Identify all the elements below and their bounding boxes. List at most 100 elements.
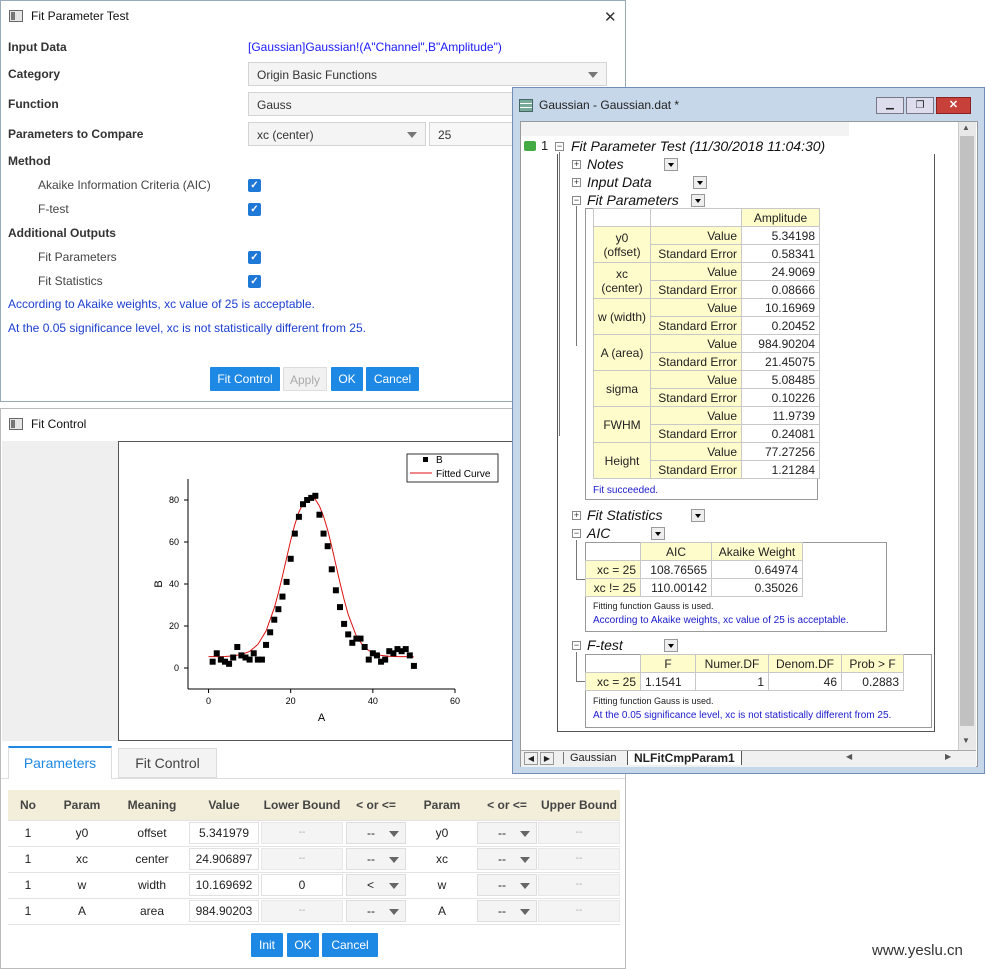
col-upper-bound: Upper Bound <box>538 790 620 821</box>
value-input[interactable]: 24.906897 <box>189 848 259 870</box>
aic-corner <box>585 542 641 561</box>
value-input[interactable]: 10.169692 <box>189 874 259 896</box>
hscroll-right-icon[interactable]: ▶ <box>945 752 951 761</box>
param-value: 984.90204 <box>741 334 820 353</box>
params-compare-select[interactable]: xc (center) <box>248 122 426 146</box>
param-name: sigma <box>593 370 651 407</box>
fit-stats-label: Fit Statistics <box>38 274 103 288</box>
fit-params-checkbox[interactable]: ✓ <box>248 251 261 264</box>
cancel-button[interactable]: Cancel <box>366 367 419 391</box>
function-select[interactable]: Gauss <box>248 92 518 116</box>
param-value: 24.9069 <box>741 262 820 281</box>
data-point <box>402 646 409 653</box>
scroll-up-icon[interactable]: ▲ <box>962 123 970 132</box>
op2-select[interactable]: -- <box>477 900 537 922</box>
ftest-dropdown-icon[interactable] <box>664 639 678 652</box>
fit-params-dropdown-icon[interactable] <box>691 194 705 207</box>
op2-select[interactable]: -- <box>477 822 537 844</box>
init-button[interactable]: Init <box>251 933 283 957</box>
fit-control-button[interactable]: Fit Control <box>210 367 280 391</box>
row-meaning: width <box>116 872 188 899</box>
lower-bound-input[interactable]: -- <box>261 848 343 870</box>
expand-icon[interactable]: + <box>572 160 581 169</box>
ftest-section[interactable]: F-test <box>587 637 623 653</box>
data-point <box>279 593 286 600</box>
upper-bound-input[interactable]: -- <box>538 900 620 922</box>
collapse-icon[interactable]: − <box>555 142 564 151</box>
sheet-tab-nlfit[interactable]: NLFitCmpParam1 <box>627 751 742 765</box>
category-select[interactable]: Origin Basic Functions <box>248 62 607 86</box>
fit-params-section[interactable]: Fit Parameters <box>587 192 679 208</box>
expand-icon[interactable]: + <box>572 511 581 520</box>
se-label: Standard Error <box>650 388 742 407</box>
close-icon[interactable]: ✕ <box>604 8 617 26</box>
data-point <box>406 652 413 659</box>
lower-bound-input[interactable]: -- <box>261 822 343 844</box>
ftest-checkbox[interactable]: ✓ <box>248 203 261 216</box>
input-data-dropdown-icon[interactable] <box>693 176 707 189</box>
data-point <box>345 631 352 638</box>
ok-button[interactable]: OK <box>331 367 363 391</box>
notes-section[interactable]: Notes <box>587 156 624 172</box>
fit-params-label: Fit Parameters <box>38 250 117 264</box>
scroll-down-icon[interactable]: ▼ <box>962 736 970 745</box>
param-se: 0.20452 <box>741 316 820 335</box>
table-row: sigma Value 5.08485 <box>593 370 820 407</box>
op1-select[interactable]: < <box>346 874 406 896</box>
fit-stats-section[interactable]: Fit Statistics <box>587 507 662 523</box>
op2-select[interactable]: -- <box>477 874 537 896</box>
lower-bound-input[interactable]: -- <box>261 900 343 922</box>
fit-stats-checkbox[interactable]: ✓ <box>248 275 261 288</box>
sheet-tab-gaussian[interactable]: Gaussian <box>563 752 622 764</box>
data-point <box>357 635 364 642</box>
lower-bound-input[interactable]: 0 <box>261 874 343 896</box>
param-se: 1.21284 <box>741 460 820 479</box>
expand-icon[interactable]: + <box>572 178 581 187</box>
tab-parameters[interactable]: Parameters <box>8 746 112 779</box>
data-point <box>332 587 339 594</box>
upper-bound-input[interactable]: -- <box>538 848 620 870</box>
tab-fit-control[interactable]: Fit Control <box>118 748 217 778</box>
notes-dropdown-icon[interactable] <box>664 158 678 171</box>
data-point <box>267 629 274 636</box>
apply-button[interactable]: Apply <box>283 367 327 391</box>
collapse-icon[interactable]: − <box>572 529 581 538</box>
fc-ok-button[interactable]: OK <box>287 933 319 957</box>
aic-checkbox[interactable]: ✓ <box>248 179 261 192</box>
param-name: y0 (offset) <box>593 226 651 263</box>
hscroll-left-icon[interactable]: ◀ <box>846 752 852 761</box>
fc-cancel-button[interactable]: Cancel <box>322 933 378 957</box>
value-input[interactable]: 984.90203 <box>189 900 259 922</box>
dialog-titlebar: Fit Parameter Test <box>1 1 625 31</box>
value-label: Value <box>650 298 742 317</box>
aic-value: 110.00142 <box>640 578 712 597</box>
op2-select[interactable]: -- <box>477 848 537 870</box>
aic-section[interactable]: AIC <box>587 525 610 541</box>
ftest-row-label: xc = 25 <box>585 672 641 691</box>
collapse-icon[interactable]: − <box>572 196 581 205</box>
value-input[interactable]: 5.341979 <box>189 822 259 844</box>
fit-stats-dropdown-icon[interactable] <box>691 509 705 522</box>
y-tick-label: 0 <box>174 663 179 673</box>
scroll-thumb[interactable] <box>960 136 974 726</box>
op1-select[interactable]: -- <box>346 900 406 922</box>
minimize-button[interactable]: ▁ <box>876 97 904 114</box>
tab-next-icon[interactable]: ▶ <box>540 752 554 765</box>
input-data-value[interactable]: [Gaussian]Gaussian!(A"Channel",B"Amplitu… <box>248 40 502 54</box>
upper-bound-input[interactable]: -- <box>538 874 620 896</box>
gaussian-window: Gaussian - Gaussian.dat * ▁ ❐ ✕ ▲ ▼ 1 − … <box>512 87 985 774</box>
data-point <box>275 606 282 613</box>
numer-col: Numer.DF <box>695 654 769 673</box>
collapse-icon[interactable]: − <box>572 641 581 650</box>
op1-select[interactable]: -- <box>346 822 406 844</box>
close-button[interactable]: ✕ <box>936 97 971 114</box>
tab-prev-icon[interactable]: ◀ <box>524 752 538 765</box>
watermark: www.yeslu.cn <box>872 942 963 959</box>
upper-bound-input[interactable]: -- <box>538 822 620 844</box>
col-meaning: Meaning <box>116 790 188 821</box>
compare-value-input[interactable]: 25 <box>429 122 518 146</box>
aic-dropdown-icon[interactable] <box>651 527 665 540</box>
input-data-section[interactable]: Input Data <box>587 174 652 190</box>
op1-select[interactable]: -- <box>346 848 406 870</box>
restore-button[interactable]: ❐ <box>906 97 934 114</box>
